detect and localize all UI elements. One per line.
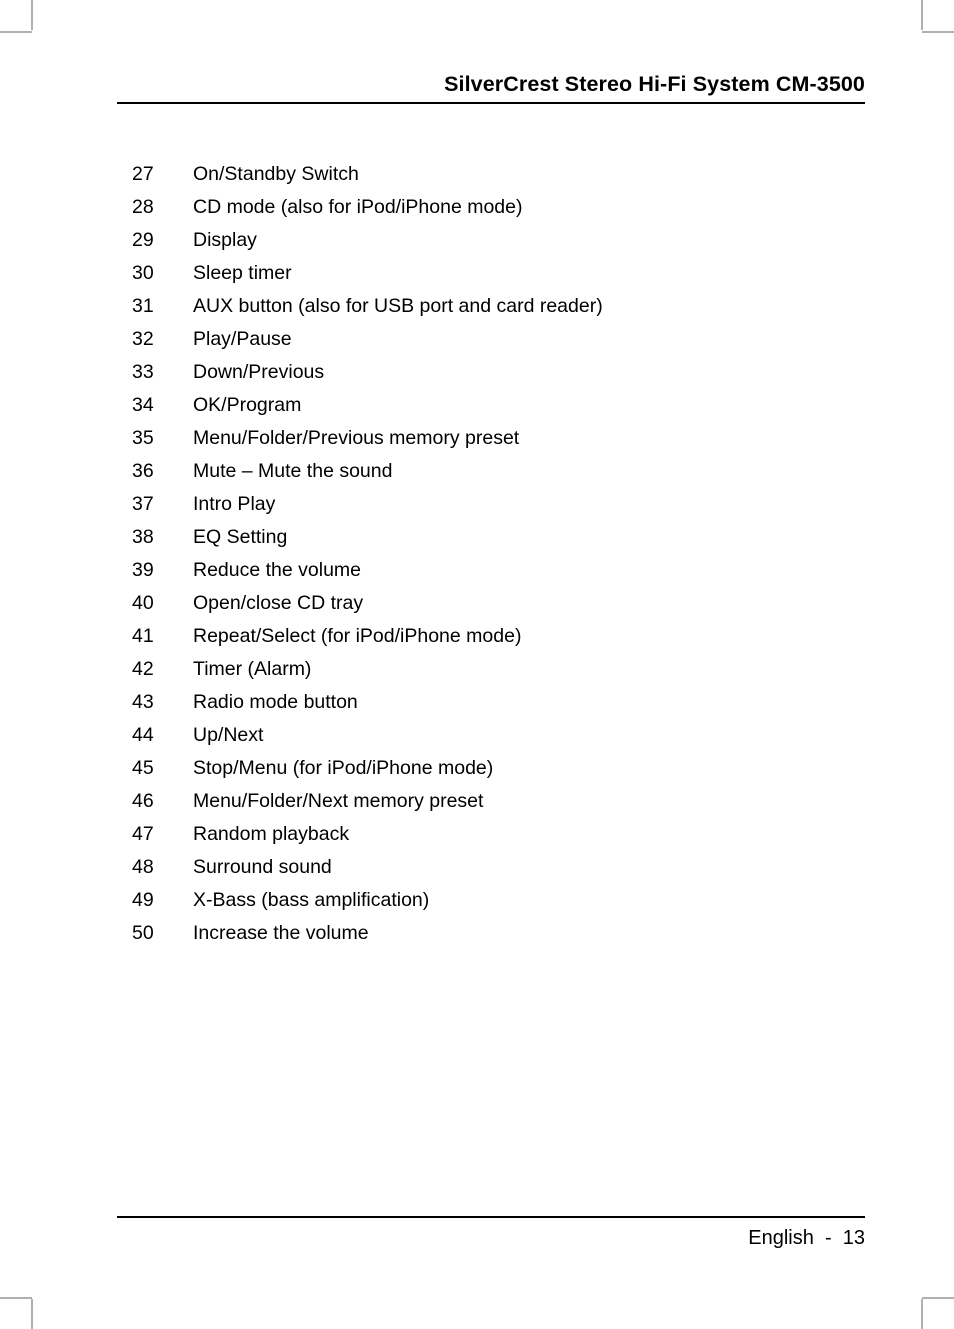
list-item-label: Mute – Mute the sound [193, 460, 393, 482]
list-item: 37 Intro Play [132, 488, 892, 521]
list-item: 38 EQ Setting [132, 521, 892, 554]
list-item-label: Repeat/Select (for iPod/iPhone mode) [193, 625, 522, 647]
list-item-number: 41 [132, 625, 154, 647]
list-item-number: 28 [132, 196, 154, 218]
control-legend-list: 27 On/Standby Switch 28 CD mode (also for i… [132, 158, 892, 950]
list-item: 35 Menu/Folder/Previous memory preset [132, 422, 892, 455]
list-item-number: 27 [132, 163, 154, 185]
list-item-label: Surround sound [193, 856, 332, 878]
list-item: 41 Repeat/Select (for iPod/iPhone mode) [132, 620, 892, 653]
list-item-number: 45 [132, 757, 154, 779]
list-item: 28 CD mode (also for iPod/iPhone mode) [132, 191, 892, 224]
page-footer: English - 13 [117, 1216, 865, 1250]
list-item: 48 Surround sound [132, 851, 892, 884]
list-item-number: 39 [132, 559, 154, 581]
list-item-label: Menu/Folder/Next memory preset [193, 790, 484, 812]
list-item-number: 50 [132, 922, 154, 944]
list-item-number: 48 [132, 856, 154, 878]
list-item: 39 Reduce the volume [132, 554, 892, 587]
list-item: 43 Radio mode button [132, 686, 892, 719]
crop-mark-bottom-left-vertical [31, 1299, 33, 1329]
list-item-number: 34 [132, 394, 154, 416]
list-item-label: AUX button (also for USB port and card r… [193, 295, 603, 317]
list-item-number: 32 [132, 328, 154, 350]
list-item: 46 Menu/Folder/Next memory preset [132, 785, 892, 818]
crop-mark-top-left-horizontal [0, 31, 32, 33]
list-item: 30 Sleep timer [132, 257, 892, 290]
list-item-label: EQ Setting [193, 526, 288, 548]
list-item-label: Play/Pause [193, 328, 292, 350]
list-item-number: 37 [132, 493, 154, 515]
list-item: 27 On/Standby Switch [132, 158, 892, 191]
crop-mark-top-right-horizontal [922, 31, 954, 33]
list-item-number: 36 [132, 460, 154, 482]
list-item-label: Up/Next [193, 724, 264, 746]
list-item-number: 29 [132, 229, 154, 251]
list-item: 42 Timer (Alarm) [132, 653, 892, 686]
list-item-label: Down/Previous [193, 361, 325, 383]
list-item-label: Random playback [193, 823, 350, 845]
list-item-number: 40 [132, 592, 154, 614]
list-item: 33 Down/Previous [132, 356, 892, 389]
header-rule [117, 101, 865, 104]
list-item-number: 47 [132, 823, 154, 845]
crop-mark-bottom-left-horizontal [0, 1297, 32, 1299]
list-item-label: CD mode (also for iPod/iPhone mode) [193, 196, 523, 218]
list-item-number: 33 [132, 361, 154, 383]
list-item-label: Display [193, 229, 257, 251]
page-header: SilverCrest Stereo Hi-Fi System CM-3500 [117, 72, 865, 104]
list-item-number: 38 [132, 526, 154, 548]
list-item-label: Increase the volume [193, 922, 369, 944]
crop-mark-top-right-vertical [921, 0, 923, 30]
list-item: 45 Stop/Menu (for iPod/iPhone mode) [132, 752, 892, 785]
list-item-label: Intro Play [193, 493, 276, 515]
list-item-number: 44 [132, 724, 154, 746]
list-item: 49 X-Bass (bass amplification) [132, 884, 892, 917]
list-item-number: 43 [132, 691, 154, 713]
list-item-label: X-Bass (bass amplification) [193, 889, 430, 911]
list-item-number: 31 [132, 295, 154, 317]
list-item-label: Open/close CD tray [193, 592, 364, 614]
control-legend: 27 On/Standby Switch 28 CD mode (also for i… [132, 158, 892, 950]
list-item: 50 Increase the volume [132, 917, 892, 950]
crop-mark-top-left-vertical [31, 0, 33, 30]
list-item-label: Timer (Alarm) [193, 658, 312, 680]
document-page: SilverCrest Stereo Hi-Fi System CM-3500 … [0, 0, 954, 1329]
list-item-number: 42 [132, 658, 154, 680]
list-item: 44 Up/Next [132, 719, 892, 752]
list-item-label: On/Standby Switch [193, 163, 359, 185]
list-item-number: 35 [132, 427, 154, 449]
list-item: 40 Open/close CD tray [132, 587, 892, 620]
list-item-number: 49 [132, 889, 154, 911]
list-item-label: Menu/Folder/Previous memory preset [193, 427, 520, 449]
list-item-label: Sleep timer [193, 262, 292, 284]
crop-mark-bottom-right-horizontal [922, 1297, 954, 1299]
list-item-label: Reduce the volume [193, 559, 362, 581]
list-item-label: OK/Program [193, 394, 302, 416]
list-item: 29 Display [132, 224, 892, 257]
list-item: 32 Play/Pause [132, 323, 892, 356]
footer-rule [117, 1216, 865, 1218]
list-item-number: 46 [132, 790, 154, 812]
list-item-label: Stop/Menu (for iPod/iPhone mode) [193, 757, 494, 779]
list-item: 31 AUX button (also for USB port and card… [132, 290, 892, 323]
list-item: 34 OK/Program [132, 389, 892, 422]
page-title: SilverCrest Stereo Hi-Fi System CM-3500 [444, 72, 865, 96]
crop-mark-bottom-right-vertical [921, 1299, 923, 1329]
list-item-number: 30 [132, 262, 154, 284]
list-item: 47 Random playback [132, 818, 892, 851]
footer-page-label: English - 13 [748, 1227, 865, 1249]
list-item: 36 Mute – Mute the sound [132, 455, 892, 488]
list-item-label: Radio mode button [193, 691, 358, 713]
